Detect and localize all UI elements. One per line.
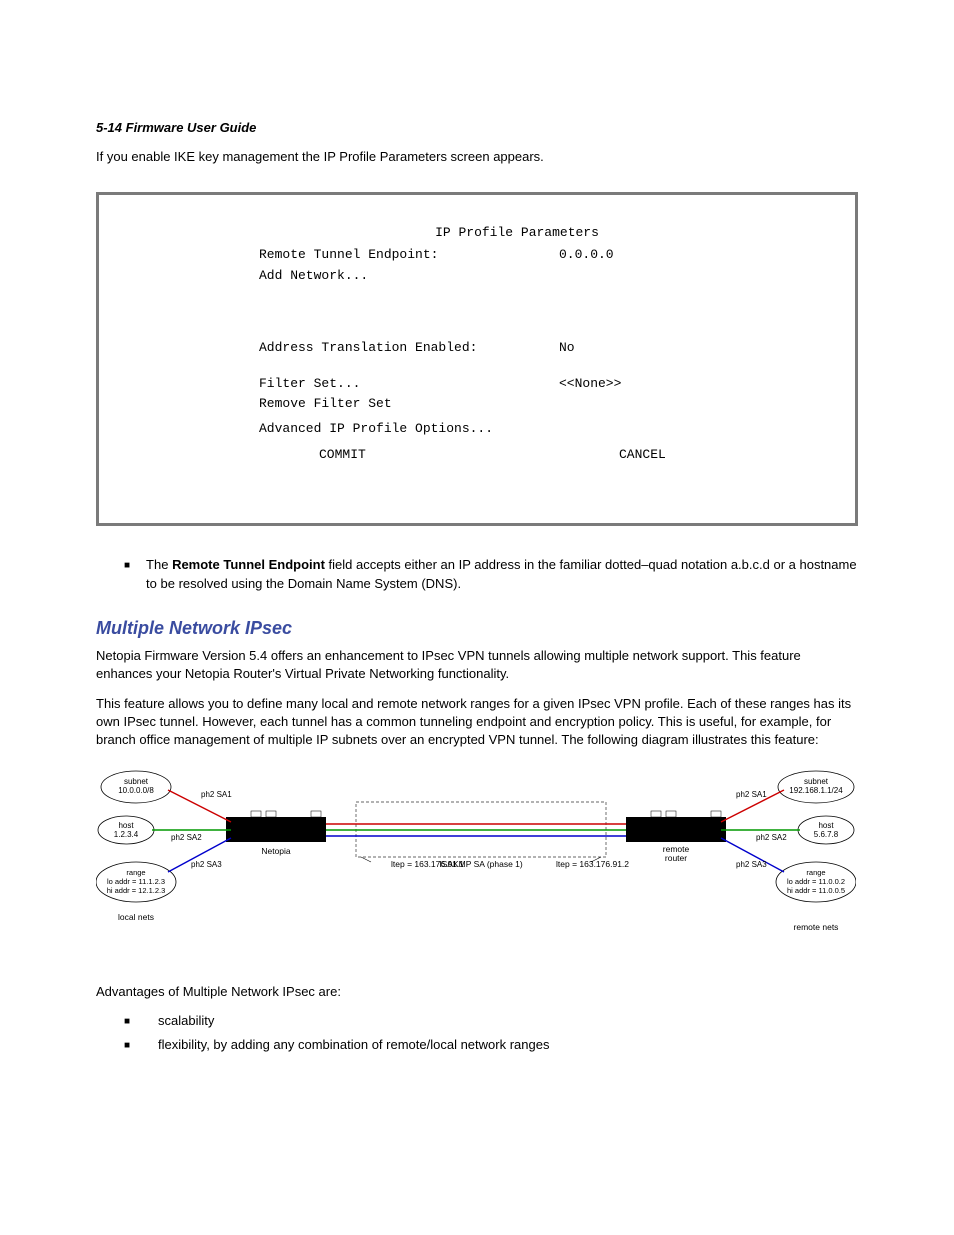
- addr-trans-value: No: [559, 340, 575, 356]
- isakmp-label: ISAKMP SA (phase 1): [439, 859, 523, 869]
- cloud-left-subnet: subnet10.0.0.0/8: [101, 771, 171, 803]
- ph2sa1-right: ph2 SA1: [736, 790, 767, 799]
- ip-box-title: IP Profile Parameters: [129, 225, 825, 241]
- ltep-right: ltep = 163.176.91.2: [556, 859, 629, 869]
- bullet-square-icon: ■: [124, 1013, 130, 1031]
- bullet-pre: The: [146, 557, 172, 572]
- cancel-button: CANCEL: [619, 447, 666, 463]
- remote-nets-label: remote nets: [794, 922, 839, 932]
- ipsec-diagram: subnet10.0.0.0/8 host1.2.3.4 rangelo add…: [96, 762, 858, 965]
- commit-button: COMMIT: [129, 447, 619, 463]
- cloud-right-host: host5.6.7.8: [798, 816, 854, 844]
- cloud-right-range: rangelo addr = 11.0.0.2hi addr = 11.0.0.…: [776, 862, 856, 902]
- remote-router-label: remoterouter: [663, 844, 690, 863]
- ph2sa2-left: ph2 SA2: [171, 833, 202, 842]
- bullet-square-icon: ■: [124, 1037, 130, 1055]
- page-header: 5-14 Firmware User Guide: [96, 120, 858, 135]
- para-1: Netopia Firmware Version 5.4 offers an e…: [96, 647, 858, 683]
- local-nets-label: local nets: [118, 912, 154, 922]
- intro-text: If you enable IKE key management the IP …: [96, 149, 858, 164]
- cloud-right-subnet: subnet192.168.1.1/24: [778, 771, 854, 803]
- cloud-left-range: rangelo addr = 11.1.2.3hi addr = 12.1.2.…: [96, 862, 176, 902]
- advantages-title: Advantages of Multiple Network IPsec are…: [96, 983, 858, 1001]
- bullet-bold: Remote Tunnel Endpoint: [172, 557, 325, 572]
- addr-trans-label: Address Translation Enabled:: [129, 340, 559, 356]
- advanced-options: Advanced IP Profile Options...: [129, 421, 559, 437]
- para-2: This feature allows you to define many l…: [96, 695, 858, 750]
- cloud-left-host: host1.2.3.4: [98, 816, 154, 844]
- ph2sa2-right: ph2 SA2: [756, 833, 787, 842]
- ph2sa3-right: ph2 SA3: [736, 860, 767, 869]
- remove-filter: Remove Filter Set: [129, 396, 559, 412]
- section-title: Multiple Network IPsec: [96, 618, 858, 639]
- advantage-2: ■ flexibility, by adding any combination…: [96, 1037, 858, 1055]
- bullet-remote-tunnel: ■ The Remote Tunnel Endpoint field accep…: [124, 556, 858, 594]
- ph2sa3-left: ph2 SA3: [191, 860, 222, 869]
- filter-set-label: Filter Set...: [129, 376, 559, 392]
- filter-set-value: <<None>>: [559, 376, 621, 392]
- add-network: Add Network...: [129, 268, 559, 284]
- ph2sa1-left: ph2 SA1: [201, 790, 232, 799]
- remote-tunnel-label: Remote Tunnel Endpoint:: [129, 247, 559, 263]
- advantage-1: ■ scalability: [96, 1013, 858, 1031]
- ip-profile-box: IP Profile Parameters Remote Tunnel Endp…: [96, 192, 858, 526]
- netopia-label: Netopia: [261, 846, 291, 856]
- bullet-square-icon: ■: [124, 556, 130, 594]
- remote-tunnel-value: 0.0.0.0: [559, 247, 614, 263]
